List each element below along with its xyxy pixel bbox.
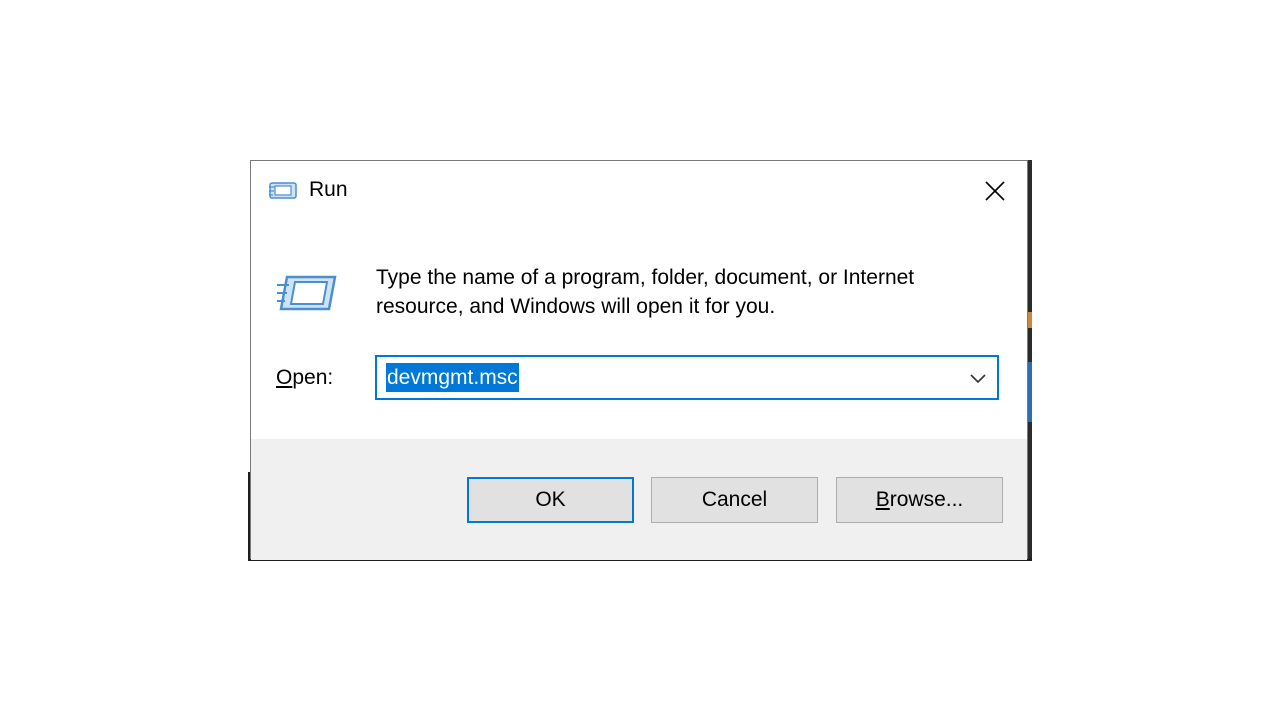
dialog-body: Type the name of a program, folder, docu… xyxy=(251,221,1027,439)
title-bar[interactable]: Run xyxy=(251,161,1027,221)
run-dialog: Run Type the name of a program, folder, … xyxy=(250,160,1028,560)
button-bar: OK Cancel Browse... xyxy=(251,439,1027,560)
cancel-button[interactable]: Cancel xyxy=(651,477,818,523)
ok-button[interactable]: OK xyxy=(467,477,634,523)
open-input[interactable]: devmgmt.msc xyxy=(386,363,519,392)
instruction-line-2: resource, and Windows will open it for y… xyxy=(376,295,776,318)
screen: Run Type the name of a program, folder, … xyxy=(0,0,1280,720)
open-combobox[interactable]: devmgmt.msc xyxy=(375,355,999,400)
dropdown-button[interactable] xyxy=(963,361,993,394)
instruction-line-1: Type the name of a program, folder, docu… xyxy=(376,266,915,289)
browse-label: rowse... xyxy=(889,488,964,511)
chevron-down-icon xyxy=(970,373,986,383)
close-icon xyxy=(985,181,1005,201)
run-icon xyxy=(277,275,337,311)
open-label-mnemonic: O xyxy=(276,366,293,389)
open-label-text: pen: xyxy=(292,366,334,389)
instruction-text: Type the name of a program, folder, docu… xyxy=(376,263,996,321)
browse-mnemonic: B xyxy=(875,488,890,511)
close-button[interactable] xyxy=(975,173,1015,209)
browse-button[interactable]: Browse... xyxy=(836,477,1003,523)
window-title: Run xyxy=(309,178,348,201)
open-label: Open: xyxy=(276,366,333,390)
run-icon xyxy=(269,182,297,199)
